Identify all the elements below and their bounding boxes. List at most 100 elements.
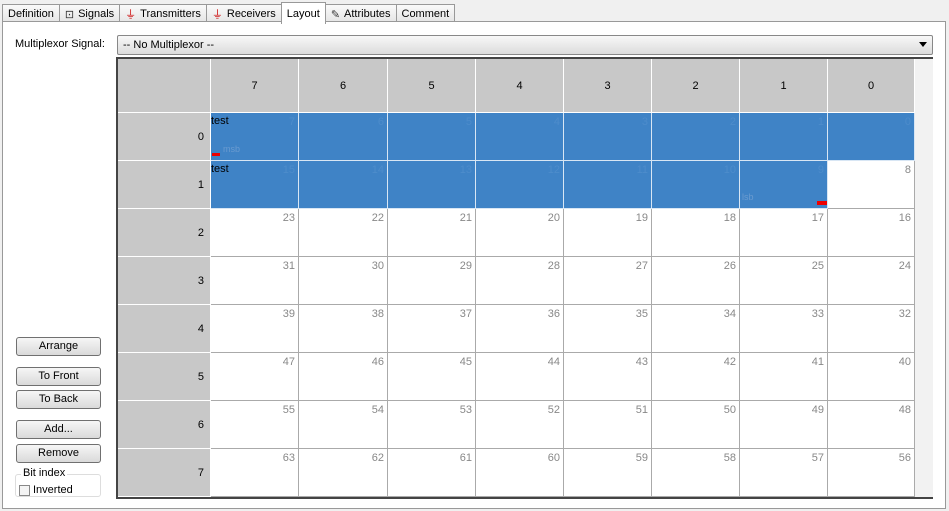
bit-cell[interactable]: 23	[211, 209, 299, 257]
bit-cell[interactable]: 5	[388, 113, 476, 161]
bit-cell[interactable]: 35	[564, 305, 652, 353]
bit-cell[interactable]: 13	[388, 161, 476, 209]
bit-cell[interactable]: 47	[211, 353, 299, 401]
bit-cell[interactable]: 0	[828, 113, 915, 161]
bit-cell[interactable]: 21	[388, 209, 476, 257]
bit-cell[interactable]: 14	[299, 161, 388, 209]
bit-cell[interactable]: 18	[652, 209, 740, 257]
arrange-button[interactable]: Arrange	[16, 337, 101, 356]
column-label: 7	[251, 79, 258, 92]
bit-cell[interactable]: 11	[564, 161, 652, 209]
bit-cell[interactable]: 49	[740, 401, 828, 449]
bit-number: 58	[723, 452, 736, 464]
column-header: 3	[564, 59, 652, 113]
bit-cell[interactable]: 34	[652, 305, 740, 353]
row-label: 3	[197, 274, 204, 287]
bit-cell[interactable]: 53	[388, 401, 476, 449]
bit-number: 62	[371, 452, 384, 464]
bit-cell[interactable]: 9 lsb	[740, 161, 828, 209]
bit-number: 50	[723, 404, 736, 416]
bit-layout-grid[interactable]: 7 6 5 4 3 2 1 0 0 7 test msb 6 5 4 3 2 1 0 1 15 test 14 13 12 11 1…	[116, 57, 933, 499]
bit-cell[interactable]: 59	[564, 449, 652, 497]
inverted-checkbox[interactable]: Inverted	[19, 484, 73, 496]
bit-cell[interactable]: 4	[476, 113, 564, 161]
bit-cell[interactable]: 28	[476, 257, 564, 305]
bit-cell[interactable]: 37	[388, 305, 476, 353]
bit-cell[interactable]: 56	[828, 449, 915, 497]
bit-cell[interactable]: 45	[388, 353, 476, 401]
tab-layout[interactable]: Layout	[280, 2, 326, 24]
bit-cell[interactable]: 7 test msb	[211, 113, 299, 161]
bit-cell[interactable]: 6	[299, 113, 388, 161]
checkbox-box[interactable]	[19, 484, 30, 496]
add-button[interactable]: Add...	[16, 420, 101, 439]
bit-cell[interactable]: 50	[652, 401, 740, 449]
column-header: 4	[476, 59, 564, 113]
bit-cell[interactable]: 52	[476, 401, 564, 449]
vertical-scrollbar[interactable]	[915, 59, 933, 497]
bit-cell[interactable]: 44	[476, 353, 564, 401]
bit-cell[interactable]: 48	[828, 401, 915, 449]
bit-cell[interactable]: 60	[476, 449, 564, 497]
bit-cell[interactable]: 17	[740, 209, 828, 257]
bit-cell[interactable]: 58	[652, 449, 740, 497]
to-back-button[interactable]: To Back	[16, 390, 101, 409]
bit-cell[interactable]: 31	[211, 257, 299, 305]
bit-cell[interactable]: 12	[476, 161, 564, 209]
bit-cell[interactable]: 38	[299, 305, 388, 353]
bit-number: 0	[904, 116, 911, 128]
row-label: 2	[197, 226, 204, 239]
bit-number: 47	[282, 356, 295, 368]
bit-cell[interactable]: 22	[299, 209, 388, 257]
bit-cell[interactable]: 27	[564, 257, 652, 305]
bit-cell[interactable]: 54	[299, 401, 388, 449]
bit-cell[interactable]: 29	[388, 257, 476, 305]
bit-number: 43	[635, 356, 648, 368]
bit-cell[interactable]: 1	[740, 113, 828, 161]
bit-cell[interactable]: 30	[299, 257, 388, 305]
to-front-button[interactable]: To Front	[16, 367, 101, 386]
bit-cell[interactable]: 55	[211, 401, 299, 449]
bit-cell[interactable]: 20	[476, 209, 564, 257]
bit-cell[interactable]: 62	[299, 449, 388, 497]
column-label: 3	[604, 79, 611, 92]
bit-cell[interactable]: 40	[828, 353, 915, 401]
bit-cell[interactable]: 10	[652, 161, 740, 209]
bit-cell[interactable]: 16	[828, 209, 915, 257]
bit-cell[interactable]: 2	[652, 113, 740, 161]
row-header: 7	[118, 449, 211, 497]
bit-cell[interactable]: 8	[828, 161, 915, 209]
bit-cell[interactable]: 25	[740, 257, 828, 305]
bit-number: 40	[898, 356, 911, 368]
bit-cell[interactable]: 57	[740, 449, 828, 497]
receiver-icon: ⏚	[211, 9, 223, 21]
bit-cell[interactable]: 36	[476, 305, 564, 353]
bit-cell[interactable]: 42	[652, 353, 740, 401]
bit-cell[interactable]: 63	[211, 449, 299, 497]
bit-cell[interactable]: 61	[388, 449, 476, 497]
tab-label: Comment	[401, 8, 450, 20]
bit-cell[interactable]: 32	[828, 305, 915, 353]
bit-cell[interactable]: 3	[564, 113, 652, 161]
bit-cell[interactable]: 43	[564, 353, 652, 401]
bit-cell[interactable]: 26	[652, 257, 740, 305]
bit-number: 49	[811, 404, 824, 416]
multiplexor-select[interactable]: -- No Multiplexor --	[117, 35, 933, 55]
bit-number: 12	[547, 164, 560, 176]
remove-button[interactable]: Remove	[16, 444, 101, 463]
bit-cell[interactable]: 19	[564, 209, 652, 257]
bit-cell[interactable]: 41	[740, 353, 828, 401]
bit-cell[interactable]: 51	[564, 401, 652, 449]
bit-cell[interactable]: 15 test	[211, 161, 299, 209]
bit-cell[interactable]: 33	[740, 305, 828, 353]
bit-number: 26	[723, 260, 736, 272]
bit-cell[interactable]: 24	[828, 257, 915, 305]
bit-number: 22	[371, 212, 384, 224]
bit-number: 41	[811, 356, 824, 368]
bit-cell[interactable]: 46	[299, 353, 388, 401]
bit-number: 28	[547, 260, 560, 272]
bit-cell[interactable]: 39	[211, 305, 299, 353]
bit-number: 56	[898, 452, 911, 464]
column-header: 1	[740, 59, 828, 113]
bit-number: 3	[641, 116, 648, 128]
